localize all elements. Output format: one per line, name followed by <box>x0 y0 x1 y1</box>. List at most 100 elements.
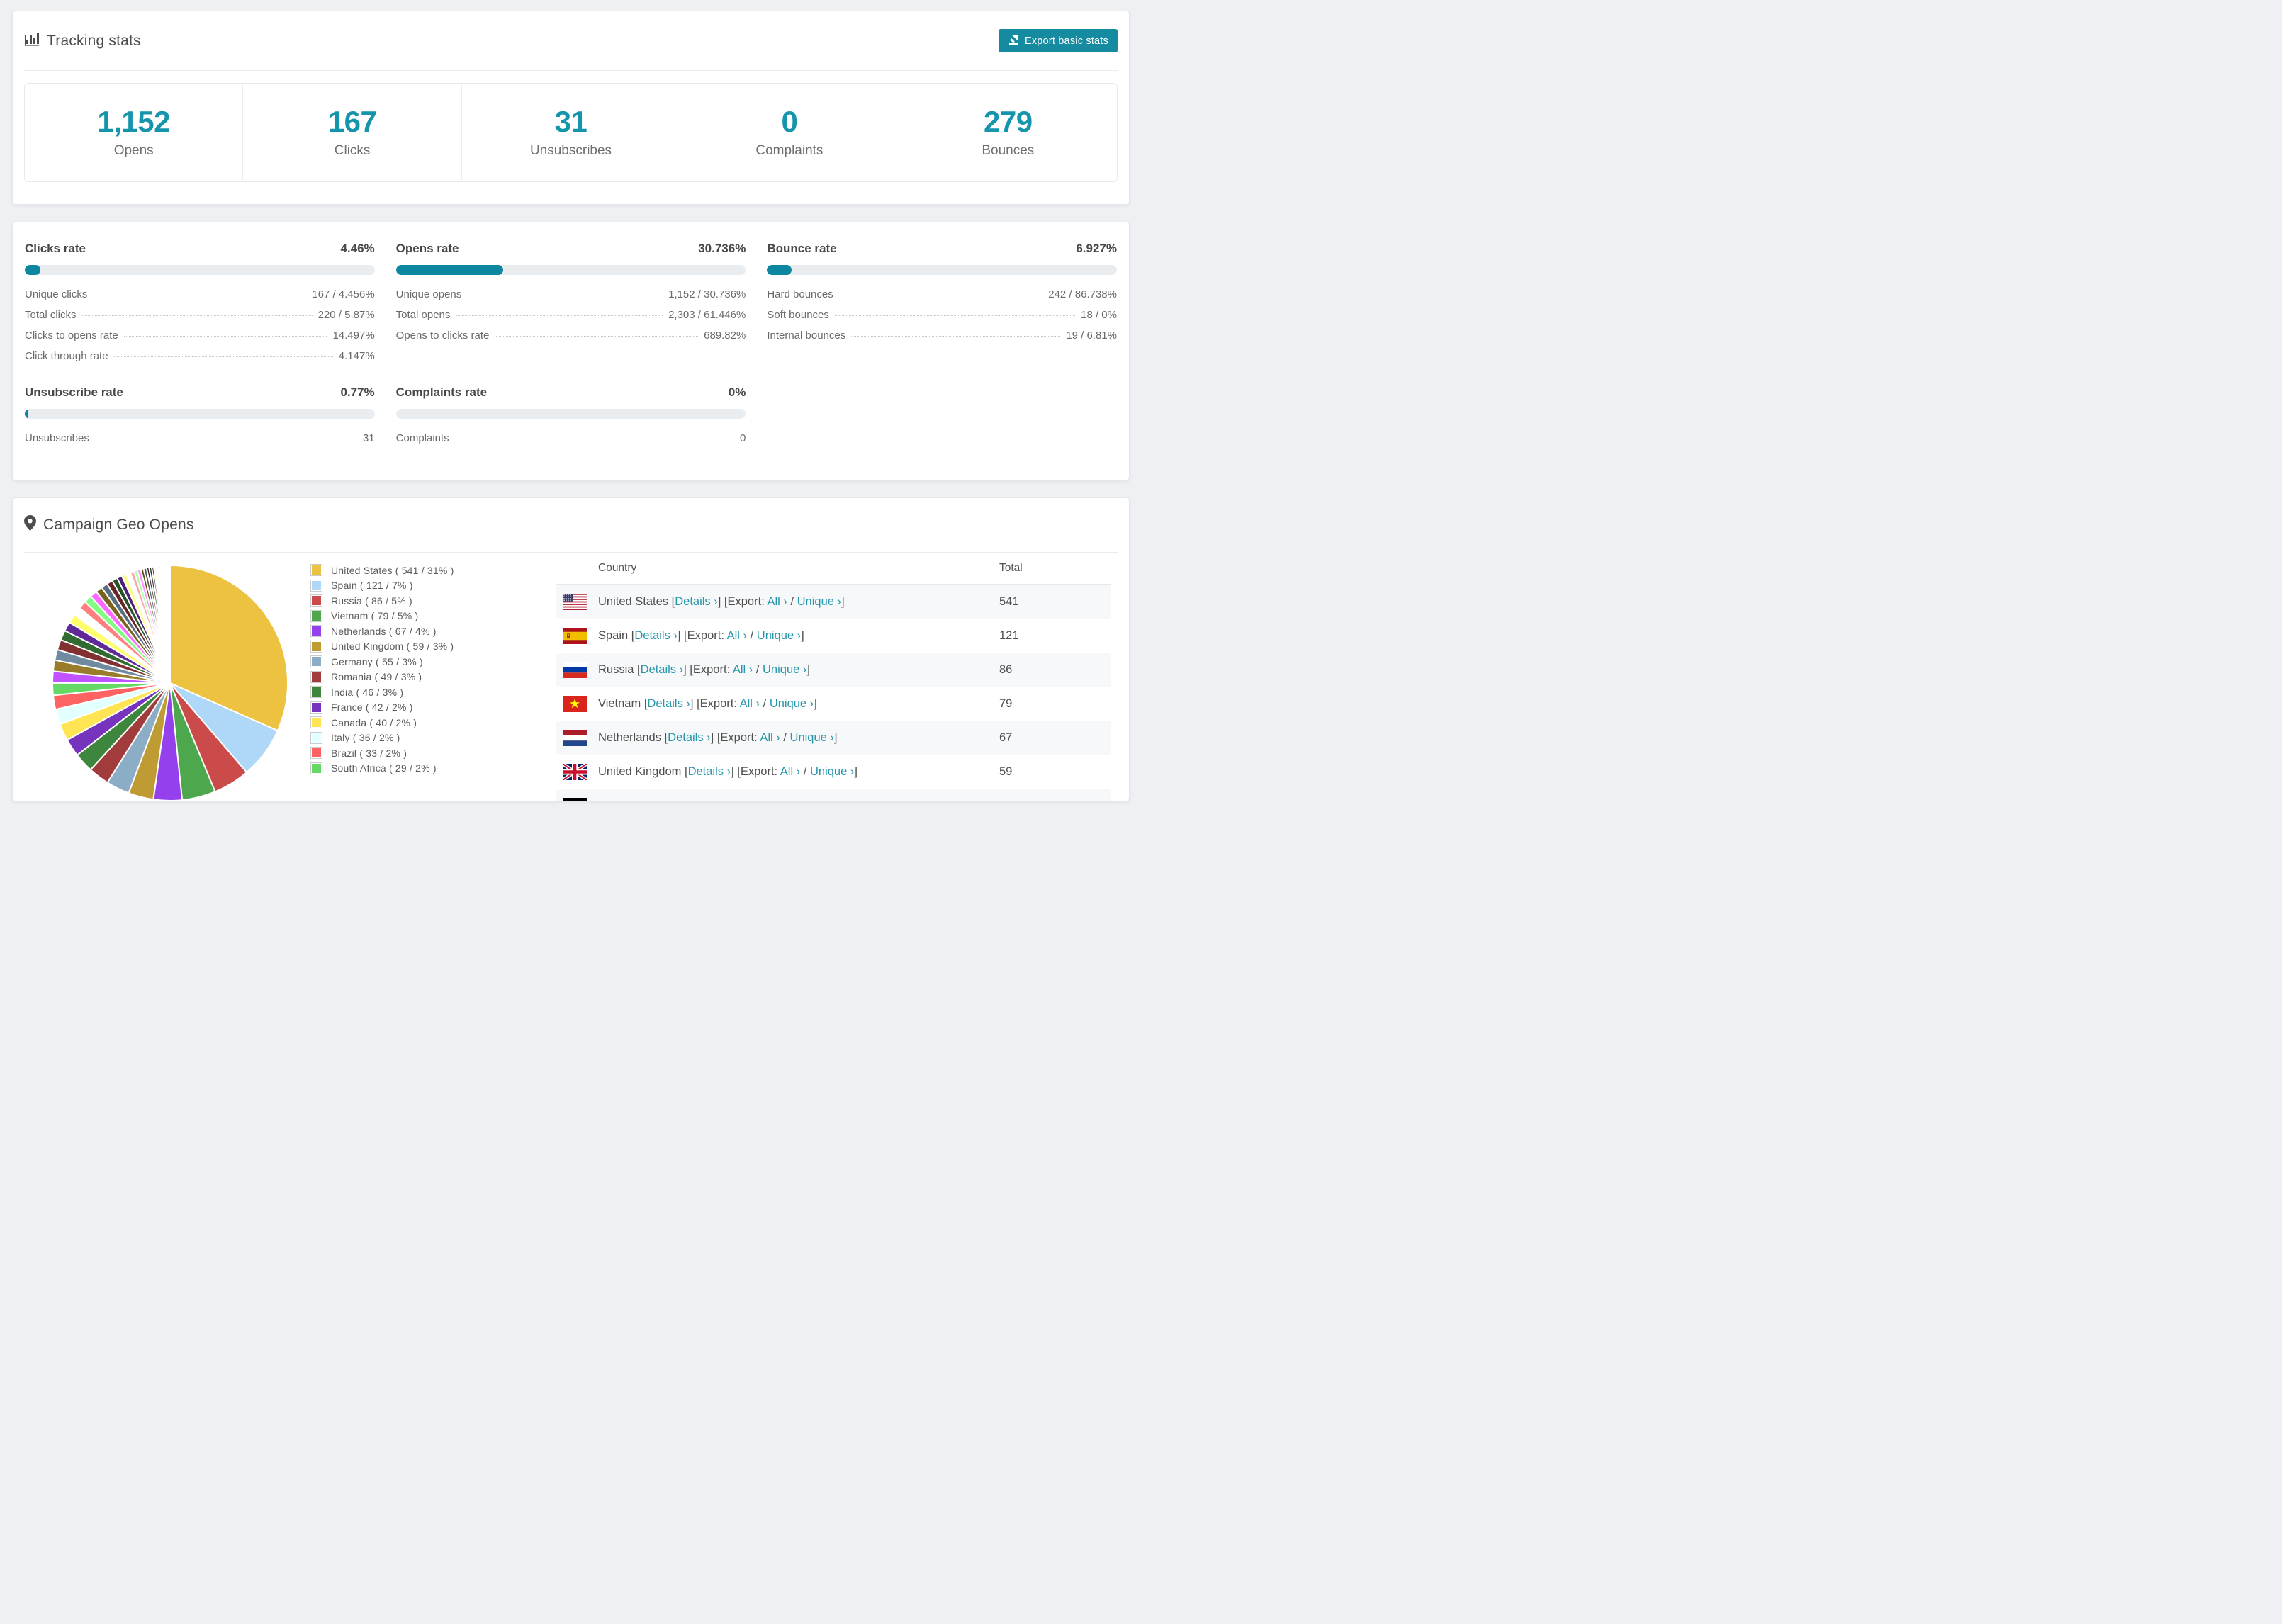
export-unique-link-us[interactable]: Unique › <box>797 595 841 608</box>
rate-title: Complaints rate <box>395 385 488 399</box>
campaign-geo-opens-card: Campaign Geo Opens United States ( 541 /… <box>12 497 1130 801</box>
stat-label: Bounces <box>982 142 1035 158</box>
rate-detail-label: Unsubscribes <box>25 432 89 444</box>
rate-detail-label: Total opens <box>395 309 451 321</box>
legend-item-vietnam: Vietnam ( 79 / 5% ) <box>310 609 536 624</box>
export-all-link-us[interactable]: All › <box>767 595 787 608</box>
map-pin-icon <box>24 515 43 535</box>
rate-detail-value: 18 / 0% <box>1081 309 1117 321</box>
dotted-leader <box>82 315 313 316</box>
rate-detail-row: Total opens 2,303 / 61.446% <box>396 305 746 325</box>
details-link-es[interactable]: Details › <box>634 629 678 642</box>
legend-item-russia: Russia ( 86 / 5% ) <box>310 593 536 609</box>
legend-swatch <box>310 762 322 774</box>
legend-item-india: India ( 46 / 3% ) <box>310 684 536 700</box>
legend-swatch <box>310 701 322 714</box>
stat-label: Opens <box>113 142 154 158</box>
legend-swatch <box>310 731 322 744</box>
rate-title: Bounce rate <box>767 242 837 255</box>
stat-cell-bounces: 279 Bounces <box>899 84 1117 181</box>
geo-table: Country Total United States [Details ›] … <box>556 553 1111 801</box>
legend-label: Italy ( 36 / 2% ) <box>331 732 400 744</box>
details-link-nl[interactable]: Details › <box>668 731 711 744</box>
total-cell: 79 <box>999 697 1013 710</box>
rate-title: Clicks rate <box>25 242 86 255</box>
export-unique-link-gb[interactable]: Unique › <box>810 765 854 778</box>
details-link-vn[interactable]: Details › <box>647 697 690 710</box>
es-flag-icon <box>563 627 587 644</box>
legend-item-south-africa: South Africa ( 29 / 2% ) <box>310 761 536 777</box>
legend-label: Romania ( 49 / 3% ) <box>331 671 422 683</box>
export-icon <box>1008 34 1025 48</box>
export-unique-link-ru[interactable]: Unique › <box>763 663 806 676</box>
details-link-de[interactable]: Details › <box>653 799 696 801</box>
summary-stats-strip: 1,152 Opens 167 Clicks 31 Unsubscribes 0 Compla… <box>24 83 1118 182</box>
legend-label: Russia ( 86 / 5% ) <box>331 594 412 607</box>
nl-flag-icon <box>563 729 587 746</box>
geo-table-row-ru: Russia [Details ›] [Export: All › / Uniq… <box>556 653 1111 687</box>
stat-value: 1,152 <box>97 104 170 138</box>
rate-panel-bounce-rate: Bounce rate 6.927% Hard bounces 242 / 86.73… <box>767 242 1117 366</box>
details-link-us[interactable]: Details › <box>675 595 718 608</box>
rate-detail-row: Unique opens 1,152 / 30.736% <box>396 284 746 305</box>
country-cell: Vietnam [Details ›] [Export: All › / Uni… <box>598 697 817 710</box>
rate-detail-value: 1,152 / 30.736% <box>668 288 746 300</box>
rate-detail-label: Soft bounces <box>767 309 829 321</box>
pie-slice-other <box>169 564 171 684</box>
rate-detail-row: Complaints 0 <box>396 428 746 449</box>
legend-swatch <box>310 625 322 638</box>
rate-detail-value: 689.82% <box>704 329 746 342</box>
rate-detail-label: Click through rate <box>25 350 108 362</box>
export-unique-link-nl[interactable]: Unique › <box>790 731 834 744</box>
details-link-gb[interactable]: Details › <box>688 765 731 778</box>
rate-panel-unsubscribe-rate: Unsubscribe rate 0.77% Unsubscribes 31 <box>25 385 375 449</box>
export-all-link-ru[interactable]: All › <box>733 663 753 676</box>
rate-panel-clicks-rate: Clicks rate 4.46% Unique clicks 167 / 4.456… <box>25 242 375 366</box>
legend-label: Vietnam ( 79 / 5% ) <box>331 610 419 622</box>
rate-detail-row: Clicks to opens rate 14.497% <box>25 325 375 346</box>
export-all-link-de[interactable]: All › <box>745 799 765 801</box>
legend-swatch <box>310 747 322 760</box>
dotted-leader <box>834 315 1076 316</box>
column-header-total: Total <box>999 562 1023 574</box>
export-all-link-vn[interactable]: All › <box>740 697 760 710</box>
tracking-stats-card: Tracking stats Export basic stats 1,152 O… <box>12 11 1130 205</box>
legend-item-france: France ( 42 / 2% ) <box>310 700 536 716</box>
rates-card: Clicks rate 4.46% Unique clicks 167 / 4.456… <box>12 222 1130 480</box>
campaign-geo-opens-title: Campaign Geo Opens <box>24 515 194 535</box>
rate-detail-value: 2,303 / 61.446% <box>668 309 746 321</box>
rate-detail-label: Unique opens <box>395 288 462 300</box>
geo-legend: United States ( 541 / 31% ) Spain ( 121 /… <box>310 563 536 801</box>
dotted-leader <box>851 336 1061 337</box>
rate-panel-opens-rate: Opens rate 30.736% Unique opens 1,152 / 30.… <box>395 242 746 366</box>
export-basic-stats-button[interactable]: Export basic stats <box>998 29 1118 52</box>
export-all-link-es[interactable]: All › <box>727 629 747 642</box>
legend-swatch <box>310 686 322 699</box>
rate-progress-track <box>25 265 375 275</box>
total-cell: 55 <box>998 799 1111 801</box>
rate-panel-complaints-rate: Complaints rate 0% Complaints 0 <box>395 385 746 449</box>
export-all-link-nl[interactable]: All › <box>760 731 780 744</box>
legend-item-germany: Germany ( 55 / 3% ) <box>310 654 536 670</box>
geo-table-row-us: United States [Details ›] [Export: All ›… <box>556 585 1111 619</box>
stat-cell-complaints: 0 Complaints <box>680 84 899 181</box>
export-unique-link-es[interactable]: Unique › <box>757 629 801 642</box>
total-cell: 541 <box>999 594 1019 608</box>
rate-progress-fill <box>25 265 41 275</box>
rate-progress-fill <box>767 265 792 275</box>
export-all-link-gb[interactable]: All › <box>780 765 800 778</box>
country-cell: Netherlands [Details ›] [Export: All › /… <box>598 731 838 744</box>
export-unique-link-vn[interactable]: Unique › <box>770 697 814 710</box>
rate-detail-value: 31 <box>362 432 375 444</box>
geo-table-row-nl: Netherlands [Details ›] [Export: All › /… <box>556 721 1111 755</box>
legend-swatch <box>310 655 322 668</box>
export-unique-link-de[interactable]: Unique › <box>775 799 819 801</box>
total-cell: 121 <box>999 628 1019 642</box>
legend-item-brazil: Brazil ( 33 / 2% ) <box>310 745 536 761</box>
rate-detail-value: 242 / 86.738% <box>1048 288 1117 300</box>
rate-detail-label: Complaints <box>395 432 449 444</box>
legend-swatch <box>310 716 322 729</box>
rate-detail-row: Total clicks 220 / 5.87% <box>25 305 375 325</box>
rate-value: 0% <box>728 385 746 399</box>
details-link-ru[interactable]: Details › <box>641 663 684 676</box>
